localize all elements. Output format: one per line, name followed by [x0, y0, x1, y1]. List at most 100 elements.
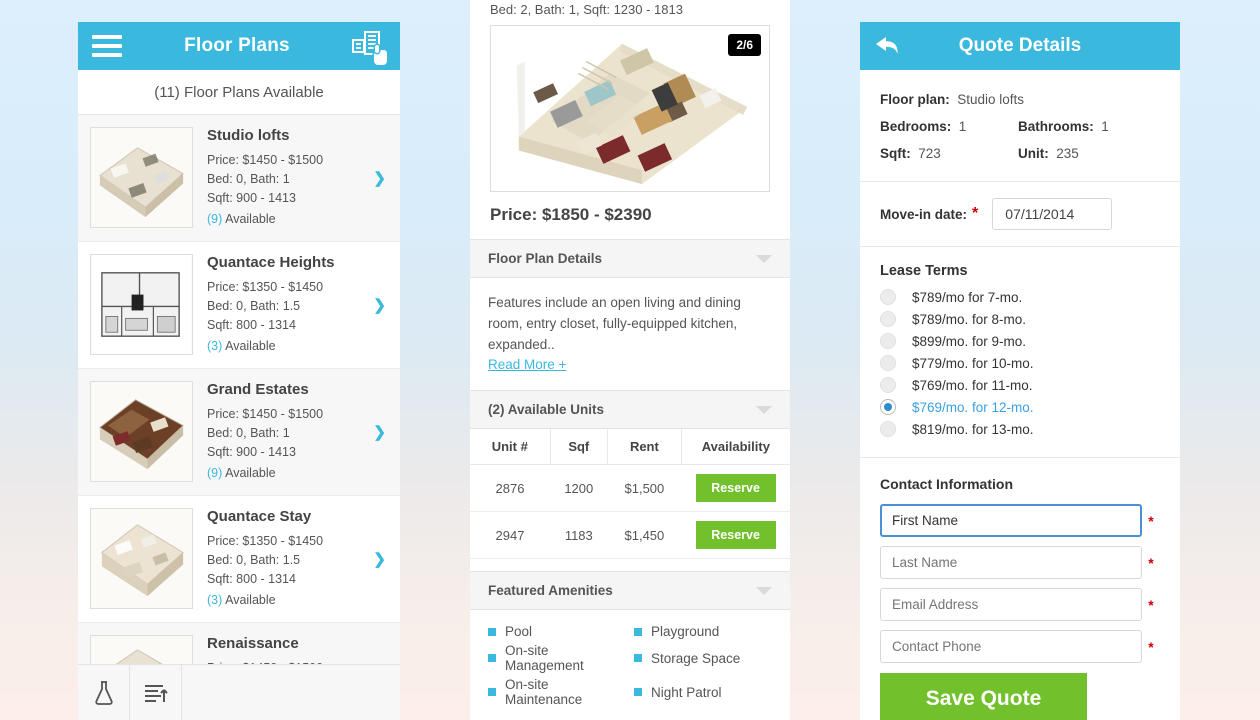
amenity-item: Night Patrol [634, 677, 772, 707]
lease-option-label: $779/mo. for 10-mo. [912, 355, 1034, 371]
radio-icon[interactable] [880, 399, 896, 415]
lease-option-13mo[interactable]: $819/mo. for 13-mo. [880, 421, 1160, 437]
chevron-down-icon[interactable] [756, 586, 772, 595]
phone-row: * [880, 630, 1160, 663]
unit-value: 235 [1056, 146, 1079, 161]
list-item[interactable]: Grand Estates Price: $1450 - $1500 Bed: … [78, 369, 400, 496]
lease-option-label: $899/mo. for 9-mo. [912, 333, 1027, 349]
detail-hero-block: Bed: 2, Bath: 1, Sqft: 1230 - 1813 2/6 P… [470, 0, 790, 239]
first-name-input[interactable] [880, 504, 1142, 537]
amenity-item: Pool [488, 624, 626, 639]
section-title: (2) Available Units [488, 402, 605, 417]
bedrooms-label: Bedrooms: [880, 119, 952, 134]
radio-icon[interactable] [880, 333, 896, 349]
chevron-down-icon[interactable] [756, 405, 772, 414]
amenity-item: Playground [634, 624, 772, 639]
lease-option-label: $769/mo. for 12-mo. [912, 399, 1034, 415]
contact-information-section: Contact Information * * * * Save Quote [860, 458, 1180, 720]
required-asterisk: * [1148, 638, 1154, 655]
quote-summary: Floor plan: Studio lofts Bedrooms: 1 Bat… [860, 70, 1180, 182]
phone-input[interactable] [880, 630, 1142, 663]
amenity-item: On-site Maintenance [488, 677, 626, 707]
save-quote-button[interactable]: Save Quote [880, 673, 1087, 720]
amenity-item: On-site Management [488, 643, 626, 673]
bathrooms-value: 1 [1101, 119, 1109, 134]
radio-icon[interactable] [880, 355, 896, 371]
floor-plan-thumbnail [90, 635, 193, 664]
email-input[interactable] [880, 588, 1142, 621]
floor-plan-sqft: Sqft: 800 - 1314 [207, 572, 296, 586]
lease-option-7mo[interactable]: $789/mo for 7-mo. [880, 289, 1160, 305]
lease-terms-title: Lease Terms [880, 263, 968, 279]
list-item[interactable]: Quantace Stay Price: $1350 - $1450 Bed: … [78, 496, 400, 623]
cell-sqf: 1183 [550, 511, 608, 559]
chevron-right-icon[interactable]: ❯ [373, 550, 386, 568]
reserve-button[interactable]: Reserve [695, 474, 776, 502]
chevron-right-icon[interactable]: ❯ [373, 423, 386, 441]
lease-option-8mo[interactable]: $789/mo. for 8-mo. [880, 311, 1160, 327]
availability-label: Available [225, 593, 276, 607]
list-item[interactable]: Studio lofts Price: $1450 - $1500 Bed: 0… [78, 115, 400, 242]
cell-rent: $1,500 [607, 464, 682, 512]
floor-plan-hero-image[interactable]: 2/6 [490, 25, 770, 192]
detail-price: Price: $1850 - $2390 [490, 205, 652, 224]
reserve-button[interactable]: Reserve [695, 521, 776, 549]
section-title: Featured Amenities [488, 583, 613, 598]
chevron-down-icon[interactable] [756, 254, 772, 263]
read-more-link[interactable]: Read More + [488, 357, 566, 372]
availability-label: Available [225, 466, 276, 480]
floor-plan-detail-panel: Bed: 2, Bath: 1, Sqft: 1230 - 1813 2/6 P… [470, 0, 790, 720]
floor-plan-bedbath: Bed: 0, Bath: 1 [207, 172, 290, 186]
floor-plan-availability: (3) Available [207, 337, 386, 356]
radio-icon[interactable] [880, 377, 896, 393]
list-item[interactable]: Renaissance Price: $1450 - $1500 [78, 623, 400, 664]
floor-plan-price: Price: $1450 - $1500 [207, 659, 386, 664]
floor-plan-availability: (3) Available [207, 591, 386, 610]
floor-plans-toolbar [78, 664, 400, 720]
amenity-label: Pool [505, 624, 533, 639]
lease-option-9mo[interactable]: $899/mo. for 9-mo. [880, 333, 1160, 349]
building-select-icon[interactable] [352, 30, 387, 65]
section-header-available-units[interactable]: (2) Available Units [470, 390, 790, 429]
back-arrow-icon[interactable] [874, 34, 904, 58]
move-in-date-input[interactable] [992, 198, 1113, 230]
floor-plans-count: (11) Floor Plans Available [78, 70, 400, 115]
section-title: Floor Plan Details [488, 251, 603, 266]
radio-icon[interactable] [880, 311, 896, 327]
floor-plan-thumbnail [90, 508, 193, 609]
availability-label: Available [225, 212, 276, 226]
cell-availability: Reserve [681, 511, 790, 559]
lease-option-label: $789/mo for 7-mo. [912, 289, 1023, 305]
section-header-floor-plan-details[interactable]: Floor Plan Details [470, 239, 790, 278]
radio-icon[interactable] [880, 289, 896, 305]
bedrooms-value: 1 [958, 119, 967, 134]
cell-unit: 2876 [470, 464, 550, 512]
radio-icon[interactable] [880, 421, 896, 437]
bullet-square-icon [634, 688, 642, 696]
flask-filter-icon[interactable] [78, 665, 130, 720]
floor-plans-header: Floor Plans [78, 22, 400, 70]
lease-option-12mo[interactable]: $769/mo. for 12-mo. [880, 399, 1160, 415]
column-header-sqf: Sqf [550, 429, 609, 465]
bullet-square-icon [634, 654, 642, 662]
required-asterisk: * [1148, 554, 1154, 571]
amenity-label: Night Patrol [651, 684, 722, 700]
section-header-featured-amenities[interactable]: Featured Amenities [470, 571, 790, 610]
floor-plan-value: Studio lofts [957, 92, 1025, 107]
floor-plan-name: Quantace Heights [207, 254, 335, 271]
page-title: Floor Plans [184, 35, 290, 56]
chevron-right-icon[interactable]: ❯ [373, 296, 386, 314]
bullet-square-icon [634, 627, 642, 636]
availability-count: (9) [207, 212, 223, 226]
hamburger-menu-icon[interactable] [92, 35, 122, 57]
sort-ascending-icon[interactable] [130, 665, 182, 720]
move-in-date-label: Move-in date: [880, 206, 968, 222]
chevron-right-icon[interactable]: ❯ [373, 169, 386, 187]
floor-plan-description: Features include an open living and dini… [488, 295, 741, 352]
lease-option-10mo[interactable]: $779/mo. for 10-mo. [880, 355, 1160, 371]
availability-label: Available [225, 339, 276, 353]
last-name-input[interactable] [880, 546, 1142, 579]
floor-plan-price: Price: $1350 - $1450 [207, 534, 324, 548]
list-item[interactable]: Quantace Heights Price: $1350 - $1450 Be… [78, 242, 400, 369]
lease-option-11mo[interactable]: $769/mo. for 11-mo. [880, 377, 1160, 393]
